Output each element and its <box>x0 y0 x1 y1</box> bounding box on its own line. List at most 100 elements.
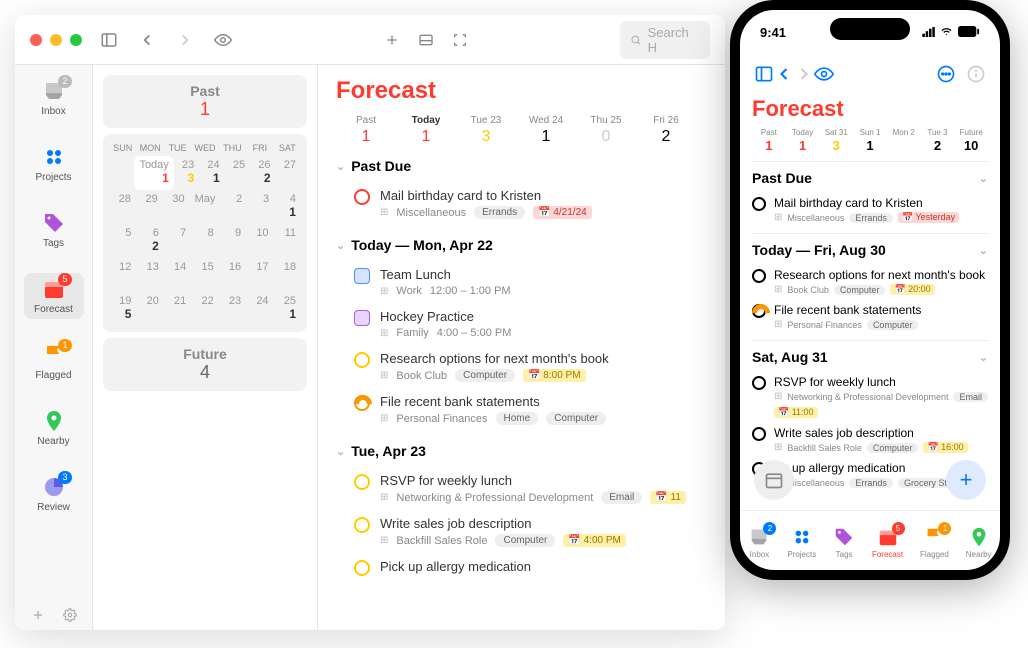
calendar-cell[interactable]: 18 <box>274 258 301 292</box>
task-checkbox[interactable] <box>354 517 370 533</box>
task-checkbox[interactable] <box>354 395 370 411</box>
task-checkbox[interactable] <box>354 474 370 490</box>
calendar-cell[interactable]: 14 <box>164 258 191 292</box>
phone-task-row[interactable]: RSVP for weekly lunch⊞Networking & Profe… <box>752 371 988 422</box>
calendar-cell[interactable] <box>109 156 134 190</box>
phone-date[interactable]: Today1 <box>786 128 820 153</box>
section-header[interactable]: ⌄Tue, Apr 23 <box>336 443 707 459</box>
phone-date[interactable]: Future10 <box>954 128 988 153</box>
search-input[interactable]: Search H <box>620 21 710 59</box>
future-card[interactable]: Future 4 <box>103 338 307 391</box>
calendar-cell[interactable]: 27 <box>276 156 301 190</box>
calendar-cell[interactable]: 29 <box>136 190 163 224</box>
calendar-cell[interactable]: 20 <box>136 292 163 326</box>
past-card[interactable]: Past 1 <box>103 75 307 128</box>
tab-flagged[interactable]: 1Flagged <box>920 526 949 559</box>
task-checkbox[interactable] <box>752 197 766 211</box>
forecast-date[interactable]: Thu 250 <box>576 115 636 146</box>
calendar-cell[interactable]: 11 <box>274 224 301 258</box>
eye-icon[interactable] <box>214 31 232 49</box>
sidebar-item-nearby[interactable]: Nearby <box>24 405 84 451</box>
task-checkbox[interactable] <box>752 304 766 318</box>
phone-section-header[interactable]: Sat, Aug 31⌄ <box>752 340 988 365</box>
tab-nearby[interactable]: Nearby <box>966 526 992 559</box>
calendar-cell[interactable]: 41 <box>274 190 301 224</box>
task-row[interactable]: Mail birthday card to Kristen⊞Miscellane… <box>336 182 707 225</box>
phone-date[interactable]: Sun 11 <box>853 128 887 153</box>
tab-tags[interactable]: Tags <box>833 526 855 559</box>
tag-pill[interactable]: Computer <box>495 534 555 547</box>
calendar-cell[interactable]: 3 <box>247 190 274 224</box>
forecast-date[interactable]: Wed 241 <box>516 115 576 146</box>
sidebar-item-tags[interactable]: Tags <box>24 207 84 253</box>
task-row[interactable]: Hockey Practice⊞Family4:00 – 5:00 PM <box>336 303 707 345</box>
tag-pill[interactable]: Errands <box>849 478 893 488</box>
calendar-cell[interactable]: 262 <box>250 156 275 190</box>
calendar-cell[interactable]: 16 <box>219 258 246 292</box>
phone-task-row[interactable]: Mail birthday card to Kristen⊞Miscellane… <box>752 192 988 227</box>
section-header[interactable]: ⌄Today — Mon, Apr 22 <box>336 237 707 253</box>
back-icon[interactable] <box>138 31 156 49</box>
forecast-date[interactable]: Today1 <box>396 115 456 146</box>
calendar-cell[interactable]: 7 <box>164 224 191 258</box>
eye-icon[interactable] <box>814 64 834 84</box>
calendar-cell[interactable]: 2 <box>220 190 247 224</box>
tag-pill[interactable]: Email <box>953 392 988 402</box>
tag-pill[interactable]: Computer <box>867 320 919 330</box>
calendar-cell[interactable]: 10 <box>246 224 273 258</box>
tab-projects[interactable]: Projects <box>787 526 816 559</box>
sidebar-item-inbox[interactable]: 2Inbox <box>24 75 84 121</box>
calendar-cell[interactable]: May <box>190 190 221 224</box>
calendar-cell[interactable]: 233 <box>174 156 199 190</box>
more-icon[interactable] <box>936 64 956 84</box>
task-checkbox[interactable] <box>354 189 370 205</box>
task-checkbox[interactable] <box>354 560 370 576</box>
info-icon[interactable] <box>966 64 986 84</box>
plus-icon[interactable] <box>384 32 400 48</box>
gear-icon[interactable] <box>63 608 77 622</box>
tag-pill[interactable]: Computer <box>867 443 919 453</box>
tag-pill[interactable]: Computer <box>546 412 606 425</box>
tag-pill[interactable]: Computer <box>455 369 515 382</box>
calendar-cell[interactable]: 195 <box>109 292 136 326</box>
calendar-cell[interactable]: 22 <box>191 292 218 326</box>
calendar-cell[interactable]: 5 <box>109 224 136 258</box>
zoom-button[interactable] <box>70 34 82 46</box>
sidebar-item-projects[interactable]: Projects <box>24 141 84 187</box>
forecast-date[interactable]: Fri 262 <box>636 115 696 146</box>
inbox-action-icon[interactable] <box>418 32 434 48</box>
task-checkbox[interactable] <box>752 269 766 283</box>
calendar-cell[interactable]: 13 <box>136 258 163 292</box>
add-icon[interactable] <box>31 608 45 622</box>
tag-pill[interactable]: Errands <box>849 213 893 223</box>
quick-entry-button[interactable] <box>754 460 794 500</box>
calendar-cell[interactable]: 17 <box>246 258 273 292</box>
phone-task-row[interactable]: File recent bank statements⊞Personal Fin… <box>752 299 988 334</box>
task-row[interactable]: Team Lunch⊞Work12:00 – 1:00 PM <box>336 261 707 303</box>
phone-section-header[interactable]: Past Due⌄ <box>752 161 988 186</box>
section-header[interactable]: ⌄Past Due <box>336 158 707 174</box>
calendar-cell[interactable]: Today1 <box>134 156 173 190</box>
sidebar-item-review[interactable]: 3Review <box>24 471 84 517</box>
calendar-cell[interactable]: 62 <box>136 224 163 258</box>
forward-icon[interactable] <box>794 64 814 84</box>
phone-section-header[interactable]: Today — Fri, Aug 30⌄ <box>752 233 988 258</box>
tag-pill[interactable]: Errands <box>474 206 525 219</box>
phone-date[interactable]: Past1 <box>752 128 786 153</box>
add-button[interactable]: + <box>946 460 986 500</box>
forecast-date[interactable]: Past1 <box>336 115 396 146</box>
phone-date[interactable]: Mon 2 <box>887 128 921 153</box>
tag-pill[interactable]: Email <box>601 491 642 504</box>
calendar-cell[interactable]: 241 <box>199 156 224 190</box>
task-checkbox[interactable] <box>752 427 766 441</box>
phone-date[interactable]: Tue 32 <box>921 128 955 153</box>
task-row[interactable]: Write sales job description⊞Backfill Sal… <box>336 510 707 553</box>
calendar-cell[interactable]: 15 <box>191 258 218 292</box>
task-checkbox[interactable] <box>752 376 766 390</box>
tab-inbox[interactable]: 2Inbox <box>748 526 770 559</box>
calendar-cell[interactable]: 30 <box>163 190 190 224</box>
calendar-cell[interactable]: 8 <box>191 224 218 258</box>
calendar-cell[interactable]: 25 <box>225 156 250 190</box>
back-icon[interactable] <box>774 64 794 84</box>
forward-icon[interactable] <box>176 31 194 49</box>
